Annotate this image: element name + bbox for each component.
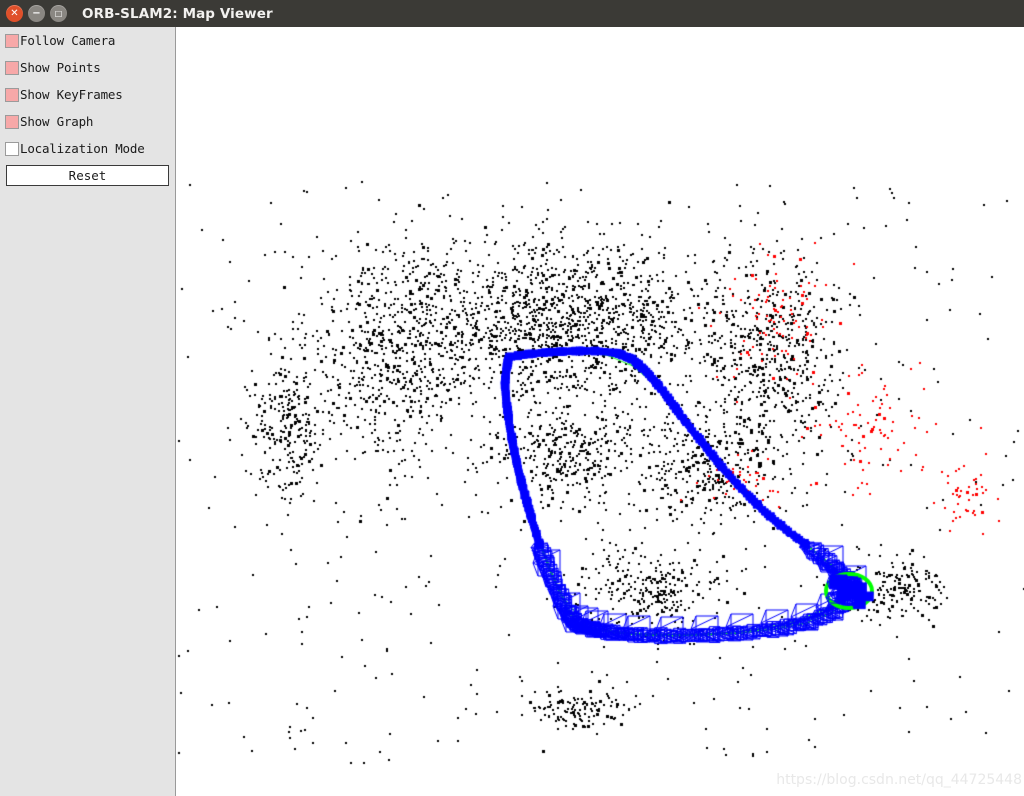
control-panel: Follow Camera Show Points Show KeyFrames… — [0, 27, 176, 796]
orb-slam2-map-viewer-window: ✕ − □ ORB-SLAM2: Map Viewer Follow Camer… — [0, 0, 1024, 796]
checkbox-label-show-graph: Show Graph — [20, 114, 94, 129]
checkbox-row-show-points[interactable]: Show Points — [0, 54, 175, 81]
checkbox-label-show-keyframes: Show KeyFrames — [20, 87, 123, 102]
checkbox-show-graph[interactable] — [5, 114, 19, 129]
checkbox-label-localization-mode: Localization Mode — [20, 141, 145, 156]
reset-button[interactable]: Reset — [6, 165, 169, 186]
minimize-button[interactable]: − — [28, 5, 45, 22]
checkbox-show-keyframes[interactable] — [5, 87, 19, 102]
window-titlebar: ✕ − □ ORB-SLAM2: Map Viewer — [0, 0, 1024, 27]
checkbox-label-follow-camera: Follow Camera — [20, 33, 116, 48]
watermark-text: https://blog.csdn.net/qq_44725448 — [776, 772, 1022, 788]
checkbox-label-show-points: Show Points — [20, 60, 101, 75]
checkbox-row-show-graph[interactable]: Show Graph — [0, 108, 175, 135]
window-title: ORB-SLAM2: Map Viewer — [82, 5, 273, 22]
checkbox-localization-mode[interactable] — [5, 141, 19, 156]
close-icon: ✕ — [10, 8, 19, 19]
checkbox-row-show-keyframes[interactable]: Show KeyFrames — [0, 81, 175, 108]
maximize-icon: □ — [54, 9, 63, 18]
close-button[interactable]: ✕ — [6, 5, 23, 22]
checkbox-follow-camera[interactable] — [5, 33, 19, 48]
checkbox-row-localization-mode[interactable]: Localization Mode — [0, 135, 175, 162]
checkbox-row-follow-camera[interactable]: Follow Camera — [0, 27, 175, 54]
checkbox-show-points[interactable] — [5, 60, 19, 75]
maximize-button[interactable]: □ — [50, 5, 67, 22]
point-cloud-canvas[interactable] — [177, 27, 1024, 796]
map-viewport[interactable]: https://blog.csdn.net/qq_44725448 — [177, 27, 1024, 796]
minimize-icon: − — [32, 8, 41, 19]
